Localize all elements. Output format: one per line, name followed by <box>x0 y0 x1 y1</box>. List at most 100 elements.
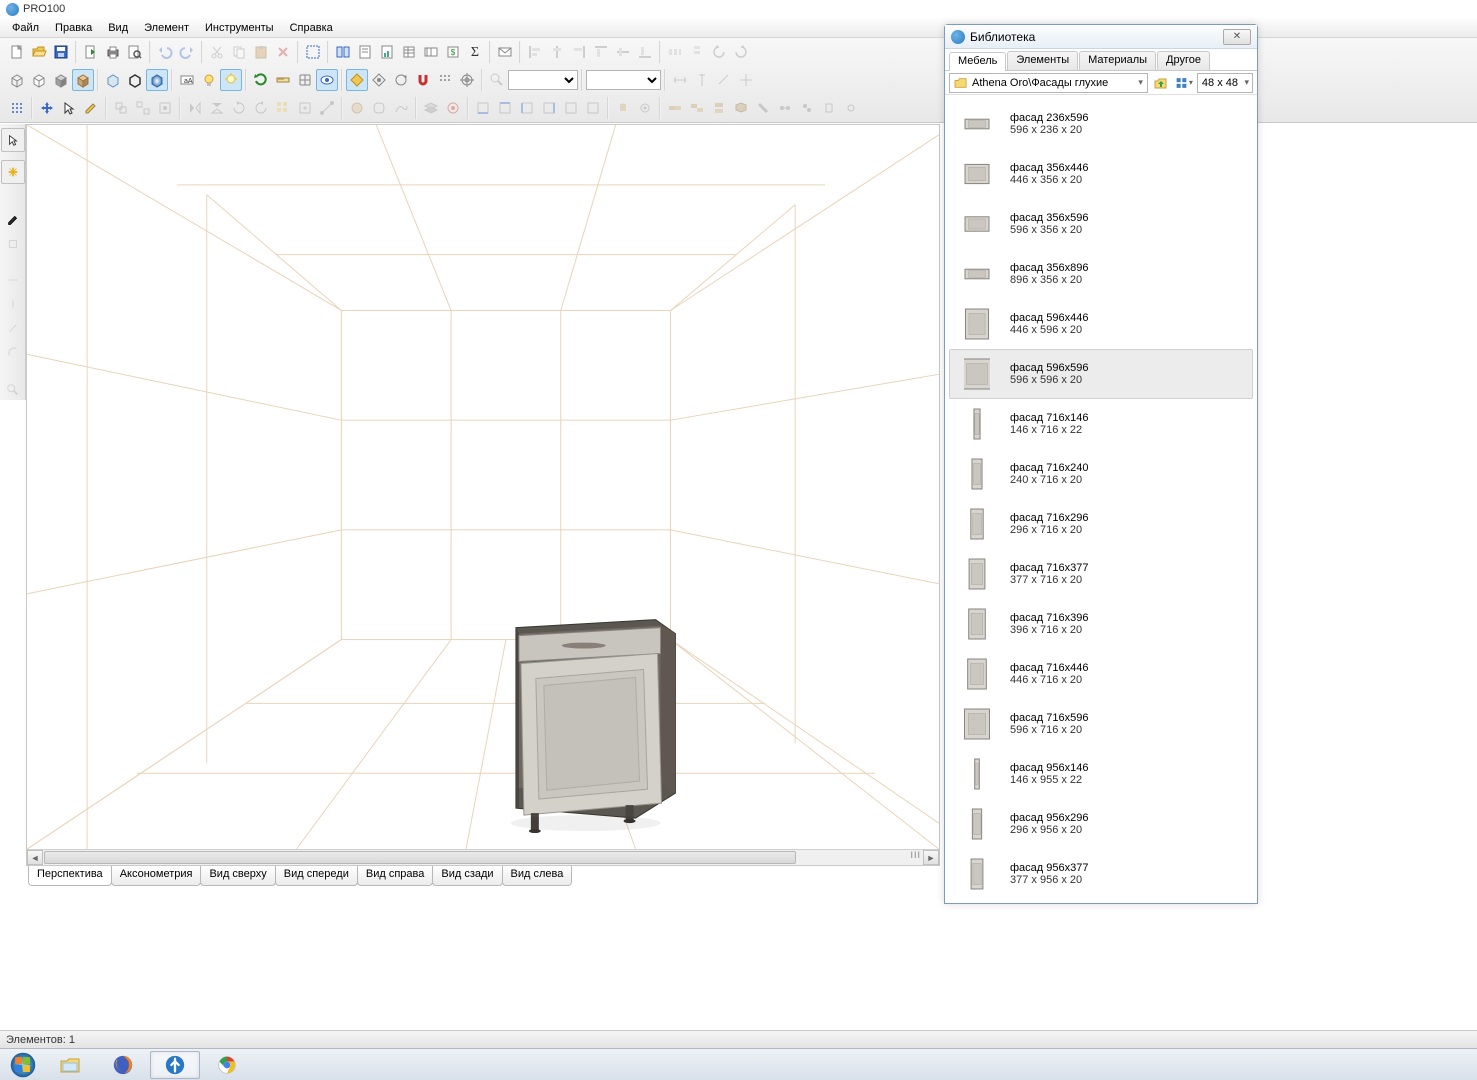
scroll-right-arrow-icon[interactable]: ► <box>923 850 939 865</box>
library-item[interactable]: фасад 596x446446 x 596 x 20 <box>949 299 1253 349</box>
print-icon[interactable] <box>102 41 124 63</box>
snap-grid2-icon[interactable] <box>6 97 28 119</box>
snap-target-icon[interactable] <box>456 69 478 91</box>
view-tab-perspective[interactable]: Перспектива <box>28 866 112 886</box>
view-tab-right[interactable]: Вид справа <box>357 866 434 886</box>
taskbar-firefox[interactable] <box>98 1051 148 1079</box>
library-item-dim: 446 x 356 x 20 <box>1010 174 1088 186</box>
ungroup-icon <box>132 97 154 119</box>
light-on-icon[interactable] <box>220 69 242 91</box>
grid-icon[interactable] <box>294 69 316 91</box>
library-item[interactable]: фасад 716x240240 x 716 x 20 <box>949 449 1253 499</box>
select-tool-icon[interactable] <box>58 97 80 119</box>
select-all-icon[interactable] <box>302 41 324 63</box>
new-file-icon[interactable] <box>6 41 28 63</box>
menu-file[interactable]: Файл <box>4 20 47 36</box>
eye-icon[interactable] <box>316 69 338 91</box>
library-item[interactable]: фасад 716x146146 x 716 x 22 <box>949 399 1253 449</box>
library-list[interactable]: фасад 236x596596 x 236 x 20фасад 356x446… <box>945 95 1257 901</box>
library-item[interactable]: фасад 716x446446 x 716 x 20 <box>949 649 1253 699</box>
mail-icon[interactable] <box>494 41 516 63</box>
properties-icon[interactable] <box>354 41 376 63</box>
library-item[interactable]: фасад 356x446446 x 356 x 20 <box>949 149 1253 199</box>
dimension-report-icon[interactable] <box>420 41 442 63</box>
3d-viewport[interactable] <box>27 125 939 849</box>
scroll-left-arrow-icon[interactable]: ◄ <box>27 850 43 865</box>
library-close-button[interactable]: ✕ <box>1223 29 1251 45</box>
scroll-thumb[interactable] <box>44 851 796 864</box>
library-path-combo[interactable]: Athena Oro\Фасады глухие ▾ <box>949 73 1148 93</box>
library-toggle-icon[interactable] <box>332 41 354 63</box>
library-up-button[interactable] <box>1151 73 1171 93</box>
snap-grid-icon[interactable] <box>434 69 456 91</box>
label-icon[interactable]: aA <box>176 69 198 91</box>
horizontal-scrollbar[interactable]: ◄ III ► <box>27 849 939 865</box>
library-item[interactable]: фасад 356x896896 x 356 x 20 <box>949 249 1253 299</box>
sum-icon[interactable]: Σ <box>464 41 486 63</box>
ruler-icon[interactable] <box>272 69 294 91</box>
snap-corner-icon[interactable] <box>346 69 368 91</box>
library-item[interactable]: фасад 596x596596 x 596 x 20 <box>949 349 1253 399</box>
delete-icon <box>272 41 294 63</box>
layer-select[interactable] <box>586 70 661 90</box>
library-item[interactable]: фасад 716x296296 x 716 x 20 <box>949 499 1253 549</box>
menu-element[interactable]: Элемент <box>136 20 197 36</box>
menu-tools[interactable]: Инструменты <box>197 20 282 36</box>
taskbar-pro100[interactable] <box>150 1051 200 1079</box>
hidden-line-icon[interactable] <box>28 69 50 91</box>
library-tab-furniture[interactable]: Мебель <box>949 52 1006 71</box>
pencil-tool-icon[interactable] <box>3 210 23 230</box>
export-icon[interactable] <box>80 41 102 63</box>
library-item[interactable]: фасад 236x596596 x 236 x 20 <box>949 99 1253 149</box>
pointer-tool-icon[interactable] <box>3 130 23 150</box>
library-item[interactable]: фасад 956x377377 x 956 x 20 <box>949 849 1253 899</box>
library-title-bar[interactable]: Библиотека ✕ <box>945 25 1257 49</box>
view-tab-back[interactable]: Вид сзади <box>432 866 502 886</box>
library-item[interactable]: фасад 716x377377 x 716 x 20 <box>949 549 1253 599</box>
snap-rotate-icon[interactable] <box>390 69 412 91</box>
zoom-select[interactable] <box>508 70 578 90</box>
light-edit-icon[interactable] <box>198 69 220 91</box>
shaded-icon[interactable] <box>50 69 72 91</box>
library-view-button[interactable]: ▾ <box>1174 73 1194 93</box>
print-preview-icon[interactable] <box>124 41 146 63</box>
menu-view[interactable]: Вид <box>100 20 136 36</box>
view-tab-left[interactable]: Вид слева <box>502 866 573 886</box>
snap-mid-icon[interactable] <box>368 69 390 91</box>
view-tab-top[interactable]: Вид сверху <box>200 866 275 886</box>
library-tab-elements[interactable]: Элементы <box>1007 51 1078 70</box>
library-item[interactable]: фасад 956x296296 x 956 x 20 <box>949 799 1253 849</box>
library-item[interactable]: фасад 716x596596 x 716 x 20 <box>949 699 1253 749</box>
library-tab-other[interactable]: Другое <box>1157 51 1210 70</box>
report-icon[interactable] <box>376 41 398 63</box>
view-tab-front[interactable]: Вид спереди <box>275 866 358 886</box>
start-button[interactable] <box>2 1050 44 1080</box>
refresh-icon[interactable] <box>250 69 272 91</box>
light-tool-icon[interactable] <box>3 162 23 182</box>
sheet-icon[interactable] <box>398 41 420 63</box>
library-item[interactable]: фасад 956x146146 x 955 x 22 <box>949 749 1253 799</box>
transparent-icon[interactable] <box>102 69 124 91</box>
library-item[interactable]: фасад 356x596596 x 356 x 20 <box>949 199 1253 249</box>
view-tab-axonometry[interactable]: Аксонометрия <box>111 866 202 886</box>
move-tool-icon[interactable] <box>36 97 58 119</box>
library-tab-materials[interactable]: Материалы <box>1079 51 1156 70</box>
menu-edit[interactable]: Правка <box>47 20 100 36</box>
menu-help[interactable]: Справка <box>282 20 341 36</box>
rotate-ccw-icon <box>250 97 272 119</box>
save-file-icon[interactable] <box>50 41 72 63</box>
textured-icon[interactable] <box>72 69 94 91</box>
realistic-icon[interactable] <box>146 69 168 91</box>
library-thumbsize-combo[interactable]: 48 x 48 <box>1197 73 1253 93</box>
open-file-icon[interactable] <box>28 41 50 63</box>
library-item-name: фасад 956x377 <box>1010 862 1088 874</box>
edit-tool-icon[interactable] <box>80 97 102 119</box>
taskbar-chrome[interactable] <box>202 1051 252 1079</box>
magnet-icon[interactable] <box>412 69 434 91</box>
cost-icon[interactable]: $ <box>442 41 464 63</box>
outline-icon[interactable] <box>124 69 146 91</box>
wireframe-icon[interactable] <box>6 69 28 91</box>
taskbar-explorer[interactable] <box>46 1051 96 1079</box>
library-item[interactable]: фасад 716x396396 x 716 x 20 <box>949 599 1253 649</box>
scroll-track[interactable]: III <box>43 850 923 865</box>
